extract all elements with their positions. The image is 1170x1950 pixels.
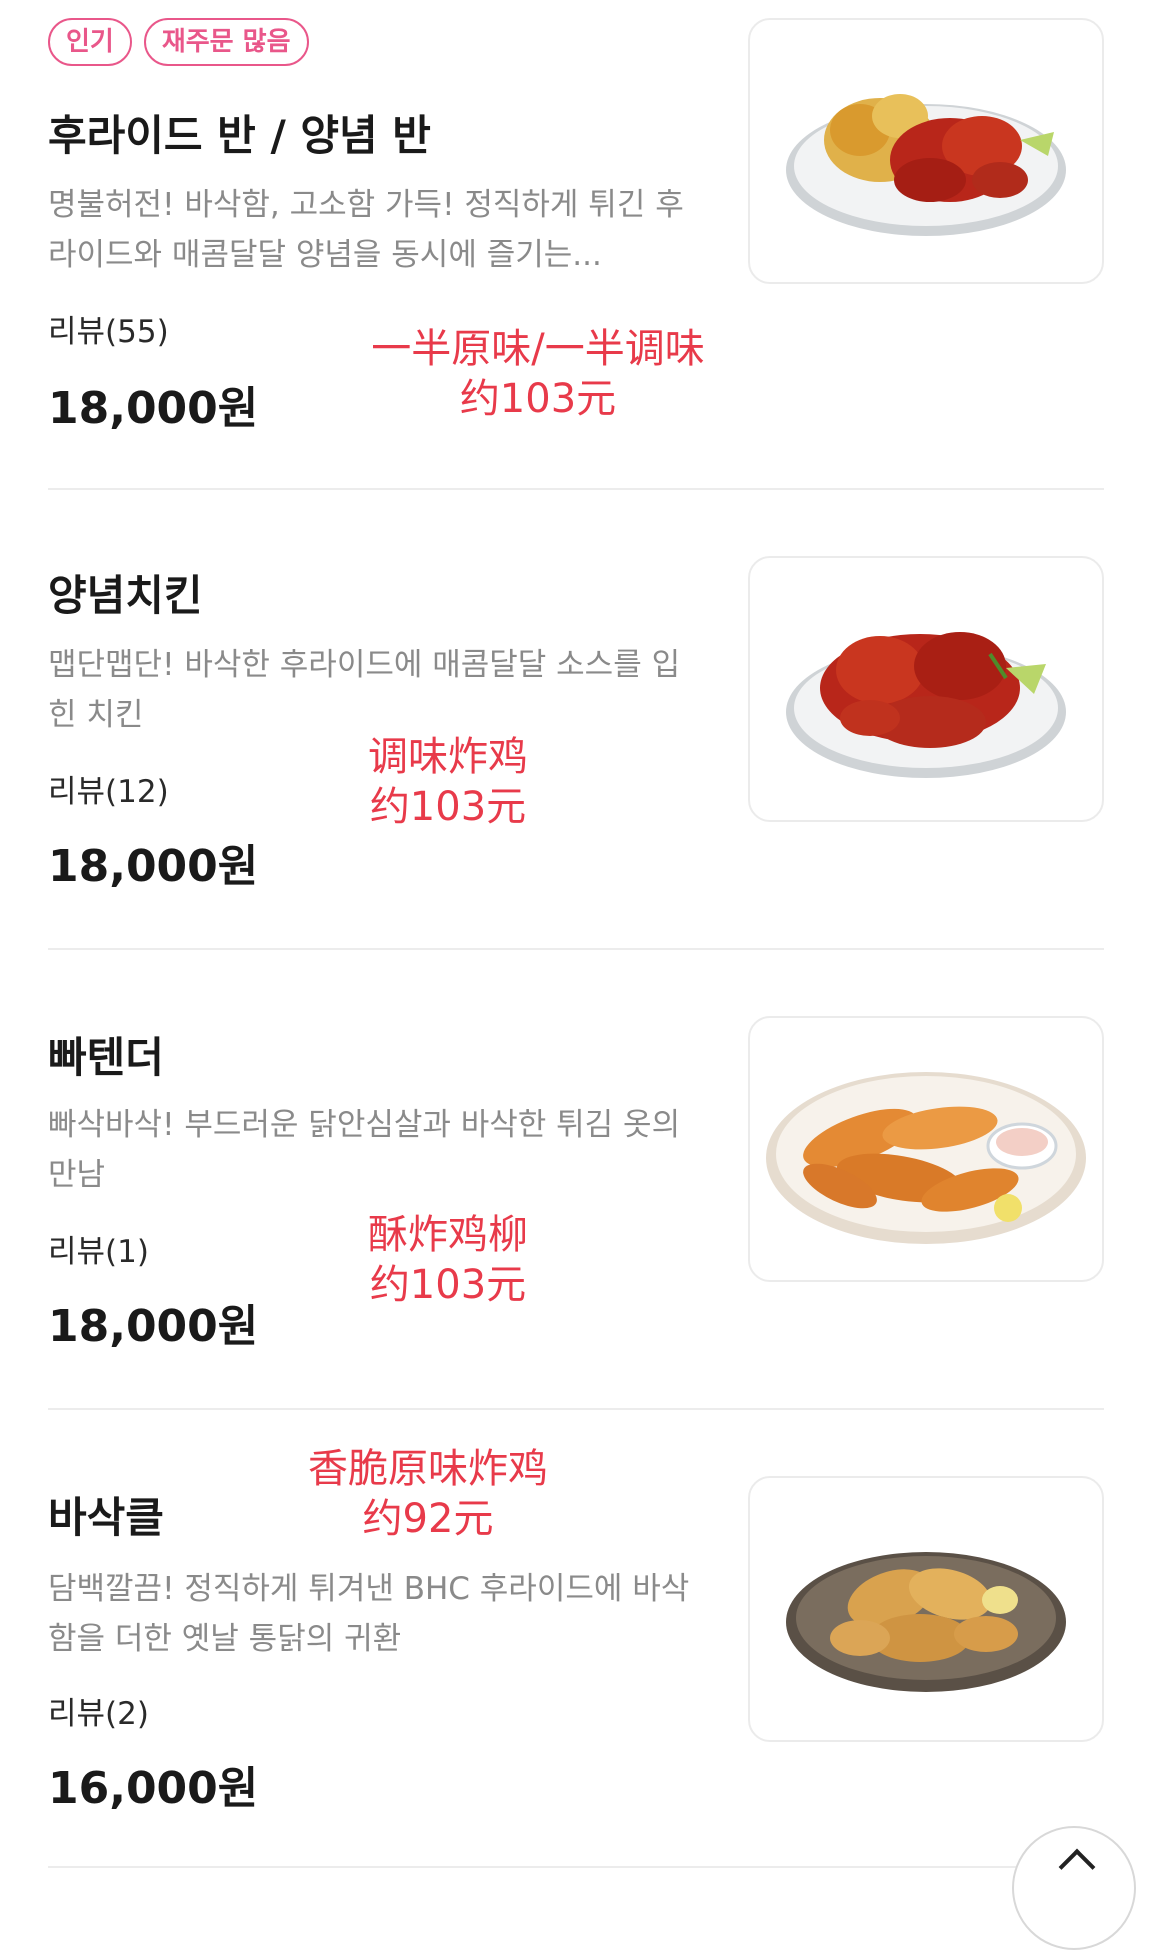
item-name: 양념치킨 [48,571,203,620]
item-name: 빠텐더 [48,1033,164,1082]
item-price: 16,000원 [48,1763,259,1814]
item-description: 명불허전! 바삭함, 고소함 가득! 정직하게 튀긴 후라이드와 매콤달달 양념… [48,187,684,273]
item-description: 빠삭바삭! 부드러운 닭안심살과 바삭한 튀김 옷의 만남 [48,1107,681,1193]
reorder-badge: 재주문 많음 [143,18,309,66]
annotation-name: 香脆原味炸鸡 [308,1446,548,1492]
badge-group: 인기 재주문 많음 [48,18,309,66]
menu-item[interactable]: 바삭클 담백깔끔! 정직하게 튀겨낸 BHC 후라이드에 바삭함을 더한 옛날 … [48,1444,1104,1864]
chicken-tenders-plate-icon [766,1072,1086,1244]
seasoned-chicken-plate-icon [786,632,1066,778]
review-count: 리뷰(55) [48,314,169,350]
item-price: 18,000원 [48,383,259,434]
item-name: 바삭클 [48,1493,164,1542]
menu-item[interactable]: 인기 재주문 많음 후라이드 반 / 양념 반 명불허전! 바삭함, 고소함 가… [48,0,1104,434]
annotation-name: 一半原味/一半调味 [371,326,705,372]
divider [48,948,1104,950]
item-image[interactable] [748,1016,1104,1282]
annotation-name: 调味炸鸡 [368,734,528,780]
half-half-chicken-plate-icon [786,94,1066,236]
annotation-name: 酥炸鸡柳 [368,1212,528,1258]
item-image[interactable] [748,556,1104,822]
review-count: 리뷰(1) [48,1234,149,1270]
translation-annotation: 调味炸鸡 约103元 [298,732,598,832]
divider [48,1866,1104,1868]
translation-annotation: 一半原味/一半调味 约103元 [328,324,748,424]
scroll-to-top-button[interactable] [1012,1826,1136,1950]
translation-annotation: 酥炸鸡柳 约103元 [298,1210,598,1310]
divider [48,1408,1104,1410]
annotation-price: 约92元 [362,1496,494,1542]
annotation-price: 约103元 [369,1262,527,1308]
item-description: 담백깔끔! 정직하게 튀겨낸 BHC 후라이드에 바삭함을 더한 옛날 통닭의 … [48,1571,690,1657]
menu-item[interactable]: 양념치킨 맵단맵단! 바삭한 후라이드에 매콤달달 소스를 입힌 치킨 리뷰(1… [48,540,1104,960]
annotation-price: 约103元 [369,784,527,830]
review-count: 리뷰(2) [48,1696,149,1732]
divider [48,488,1104,490]
review-count: 리뷰(12) [48,774,169,810]
item-image[interactable] [748,1476,1104,1742]
menu-item[interactable]: 빠텐더 빠삭바삭! 부드러운 닭안심살과 바삭한 튀김 옷의 만남 리뷰(1) … [48,1000,1104,1420]
item-description: 맵단맵단! 바삭한 후라이드에 매콤달달 소스를 입힌 치킨 [48,647,681,733]
chevron-up-icon [1058,1848,1096,1886]
item-image[interactable] [748,18,1104,284]
translation-annotation: 香脆原味炸鸡 约92元 [228,1444,628,1544]
crispy-fried-chicken-plate-icon [786,1552,1066,1692]
popular-badge: 인기 [48,18,132,66]
annotation-price: 约103元 [459,376,617,422]
item-price: 18,000원 [48,841,259,892]
item-name: 후라이드 반 / 양념 반 [48,111,431,160]
menu-list: 인기 재주문 많음 후라이드 반 / 양념 반 명불허전! 바삭함, 고소함 가… [0,0,1170,1950]
item-price: 18,000원 [48,1301,259,1352]
